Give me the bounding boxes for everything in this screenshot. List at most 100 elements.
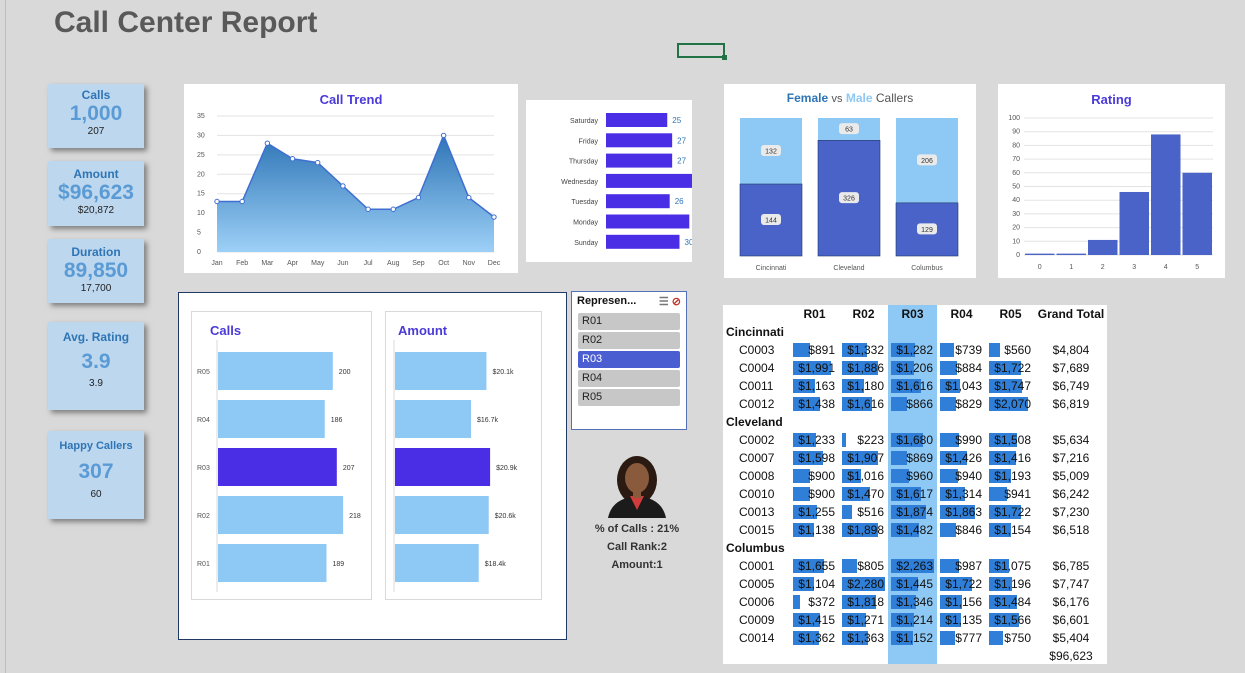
pivot-value-cell[interactable]: $1,907	[839, 449, 888, 467]
pivot-value-cell[interactable]: $900	[790, 467, 839, 485]
pivot-table[interactable]: R01 R02 R03 R04 R05 Grand Total Cincinnati C000…	[723, 305, 1107, 664]
pivot-value-cell[interactable]: $1,886	[839, 359, 888, 377]
pivot-value-cell[interactable]: $1,282	[888, 341, 937, 359]
pivot-row-total[interactable]: $6,785	[1035, 557, 1107, 575]
slicer-item-r03[interactable]: R03	[578, 351, 680, 368]
cell-selection-cursor[interactable]	[677, 43, 727, 60]
pivot-value-cell[interactable]: $2,070	[986, 395, 1035, 413]
pivot-value-cell[interactable]: $1,138	[790, 521, 839, 539]
pivot-row-label[interactable]: C0008	[723, 467, 790, 485]
pivot-row-label[interactable]: C0010	[723, 485, 790, 503]
pivot-value-cell[interactable]: $990	[937, 431, 986, 449]
pivot-value-cell[interactable]: $739	[937, 341, 986, 359]
pivot-row-label[interactable]: C0005	[723, 575, 790, 593]
multi-select-icon[interactable]: ☰	[659, 296, 669, 308]
pivot-row-total[interactable]: $5,009	[1035, 467, 1107, 485]
pivot-row-label[interactable]: C0001	[723, 557, 790, 575]
pivot-value-cell[interactable]: $1,680	[888, 431, 937, 449]
clear-filter-icon[interactable]: ⊘	[672, 296, 681, 308]
pivot-row-label[interactable]: C0015	[723, 521, 790, 539]
pivot-value-cell[interactable]: $869	[888, 449, 937, 467]
pivot-value-cell[interactable]: $884	[937, 359, 986, 377]
pivot-value-cell[interactable]: $1,482	[888, 521, 937, 539]
pivot-row-total[interactable]: $7,747	[1035, 575, 1107, 593]
pivot-row-label[interactable]: C0009	[723, 611, 790, 629]
weekday-chart[interactable]: Saturday25Friday27Thursday27Wednesday38T…	[526, 100, 714, 262]
pivot-value-cell[interactable]: $1,104	[790, 575, 839, 593]
pivot-value-cell[interactable]: $1,617	[888, 485, 937, 503]
pivot-row-total[interactable]: $6,242	[1035, 485, 1107, 503]
pivot-value-cell[interactable]: $1,818	[839, 593, 888, 611]
pivot-value-cell[interactable]: $1,566	[986, 611, 1035, 629]
pivot-value-cell[interactable]: $1,438	[790, 395, 839, 413]
pivot-value-cell[interactable]: $1,426	[937, 449, 986, 467]
pivot-value-cell[interactable]: $1,415	[790, 611, 839, 629]
pivot-value-cell[interactable]: $1,196	[986, 575, 1035, 593]
pivot-value-cell[interactable]: $1,314	[937, 485, 986, 503]
pivot-group-row[interactable]: Cincinnati	[723, 323, 1107, 341]
pivot-col-header[interactable]: R03	[888, 305, 937, 323]
pivot-value-cell[interactable]: $1,362	[790, 629, 839, 647]
rating-chart[interactable]: Rating 0 10 20 30 40 50 60 70 80 90 100 0 1 2 3 4 5	[998, 84, 1225, 278]
pivot-value-cell[interactable]: $1,233	[790, 431, 839, 449]
pivot-value-cell[interactable]: $1,508	[986, 431, 1035, 449]
pivot-value-cell[interactable]: $1,470	[839, 485, 888, 503]
pivot-value-cell[interactable]: $1,722	[937, 575, 986, 593]
pivot-value-cell[interactable]: $1,156	[937, 593, 986, 611]
pivot-data-row[interactable]: C0012 $1,438 $1,616 $866 $829 $2,070 $6,819	[723, 395, 1107, 413]
pivot-col-header[interactable]: R05	[986, 305, 1035, 323]
pivot-value-cell[interactable]: $987	[937, 557, 986, 575]
pivot-value-cell[interactable]: $1,271	[839, 611, 888, 629]
pivot-value-cell[interactable]: $846	[937, 521, 986, 539]
pivot-row-label[interactable]: C0014	[723, 629, 790, 647]
pivot-value-cell[interactable]: $777	[937, 629, 986, 647]
pivot-value-cell[interactable]: $1,655	[790, 557, 839, 575]
call-trend-chart[interactable]: Call Trend 0 5 10 15 20 25 30 35 Jan Feb Mar Apr May…	[184, 84, 518, 273]
pivot-row-label[interactable]: C0007	[723, 449, 790, 467]
pivot-data-row[interactable]: C0005 $1,104 $2,280 $1,445 $1,722 $1,196 $7,74…	[723, 575, 1107, 593]
pivot-value-cell[interactable]: $1,898	[839, 521, 888, 539]
pivot-data-row[interactable]: C0008 $900 $1,016 $960 $940 $1,193 $5,009	[723, 467, 1107, 485]
pivot-grand-total-row[interactable]: $96,623	[723, 647, 1107, 665]
pivot-value-cell[interactable]: $1,346	[888, 593, 937, 611]
pivot-data-row[interactable]: C0006 $372 $1,818 $1,346 $1,156 $1,484 $6,176	[723, 593, 1107, 611]
pivot-row-label[interactable]: C0002	[723, 431, 790, 449]
pivot-row-label[interactable]: C0004	[723, 359, 790, 377]
pivot-value-cell[interactable]: $1,193	[986, 467, 1035, 485]
pivot-row-total[interactable]: $6,819	[1035, 395, 1107, 413]
pivot-data-row[interactable]: C0001 $1,655 $805 $2,263 $987 $1,075 $6,785	[723, 557, 1107, 575]
rep-amount-chart[interactable]: Amount $20.1k $16.7k $20.9k $20.6k $18.4k	[385, 311, 542, 600]
pivot-value-cell[interactable]: $1,152	[888, 629, 937, 647]
pivot-value-cell[interactable]: $891	[790, 341, 839, 359]
pivot-data-row[interactable]: C0007 $1,598 $1,907 $869 $1,426 $1,416 $7,216	[723, 449, 1107, 467]
pivot-value-cell[interactable]: $1,991	[790, 359, 839, 377]
pivot-value-cell[interactable]: $866	[888, 395, 937, 413]
pivot-value-cell[interactable]: $829	[937, 395, 986, 413]
pivot-row-total[interactable]: $7,230	[1035, 503, 1107, 521]
pivot-data-row[interactable]: C0002 $1,233 $223 $1,680 $990 $1,508 $5,634	[723, 431, 1107, 449]
pivot-row-total[interactable]: $6,601	[1035, 611, 1107, 629]
pivot-value-cell[interactable]: $516	[839, 503, 888, 521]
pivot-value-cell[interactable]: $1,180	[839, 377, 888, 395]
pivot-value-cell[interactable]: $1,255	[790, 503, 839, 521]
pivot-col-header[interactable]: R04	[937, 305, 986, 323]
pivot-row-label[interactable]: C0012	[723, 395, 790, 413]
pivot-row-total[interactable]: $6,176	[1035, 593, 1107, 611]
pivot-group-row[interactable]: Cleveland	[723, 413, 1107, 431]
pivot-row-total[interactable]: $4,804	[1035, 341, 1107, 359]
pivot-value-cell[interactable]: $1,332	[839, 341, 888, 359]
pivot-value-cell[interactable]: $960	[888, 467, 937, 485]
pivot-data-row[interactable]: C0013 $1,255 $516 $1,874 $1,863 $1,722 $7,230	[723, 503, 1107, 521]
pivot-value-cell[interactable]: $1,484	[986, 593, 1035, 611]
pivot-row-total[interactable]: $7,216	[1035, 449, 1107, 467]
pivot-row-total[interactable]: $6,749	[1035, 377, 1107, 395]
pivot-data-row[interactable]: C0003 $891 $1,332 $1,282 $739 $560 $4,804	[723, 341, 1107, 359]
pivot-value-cell[interactable]: $2,280	[839, 575, 888, 593]
pivot-value-cell[interactable]: $1,445	[888, 575, 937, 593]
pivot-value-cell[interactable]: $805	[839, 557, 888, 575]
pivot-row-label[interactable]: C0013	[723, 503, 790, 521]
pivot-group-label[interactable]: Columbus	[723, 539, 1107, 557]
pivot-value-cell[interactable]: $1,135	[937, 611, 986, 629]
gender-chart[interactable]: Female vs Male Callers 132 144 Cincinnati 6…	[724, 84, 976, 278]
pivot-value-cell[interactable]: $1,747	[986, 377, 1035, 395]
